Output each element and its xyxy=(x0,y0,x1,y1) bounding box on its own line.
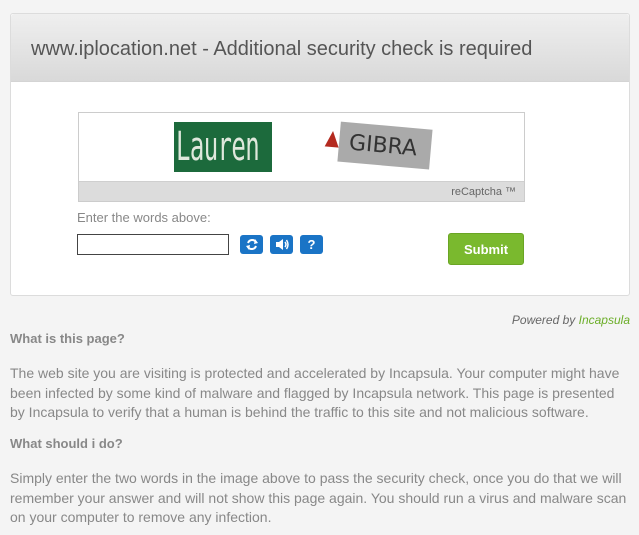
audio-captcha-button[interactable] xyxy=(270,235,293,254)
submit-button[interactable]: Submit xyxy=(448,233,524,265)
powered-by-footer: Powered by Incapsula xyxy=(512,313,630,327)
security-check-panel: www.iplocation.net - Additional security… xyxy=(10,13,630,296)
audio-icon xyxy=(275,239,289,250)
warning-triangle-icon xyxy=(324,130,341,148)
what-to-do-text: Simply enter the two words in the image … xyxy=(10,470,627,525)
captcha-help-button[interactable]: ? xyxy=(300,235,323,254)
captcha-word-left: Lauren xyxy=(174,122,272,172)
panel-header: www.iplocation.net - Additional security… xyxy=(11,14,629,82)
incapsula-link[interactable]: Incapsula xyxy=(579,313,630,327)
help-icon: ? xyxy=(307,237,316,252)
page-title: www.iplocation.net - Additional security… xyxy=(31,38,533,60)
recaptcha-brand-label: reCaptcha ™ xyxy=(79,181,524,201)
refresh-icon xyxy=(245,239,258,250)
captcha-word-right: GIBRA xyxy=(323,120,433,170)
what-is-this-text: The web site you are visiting is protect… xyxy=(10,365,620,420)
captcha-widget: Lauren GIBRA reCaptcha ™ xyxy=(78,112,525,202)
what-to-do-heading: What should i do? xyxy=(10,436,123,451)
what-is-this-heading: What is this page? xyxy=(10,331,125,346)
powered-by-label: Powered by xyxy=(511,313,576,327)
captcha-image: Lauren GIBRA xyxy=(79,113,524,181)
captcha-answer-input[interactable] xyxy=(77,234,229,255)
captcha-instruction: Enter the words above: xyxy=(77,210,211,225)
refresh-captcha-button[interactable] xyxy=(240,235,263,254)
